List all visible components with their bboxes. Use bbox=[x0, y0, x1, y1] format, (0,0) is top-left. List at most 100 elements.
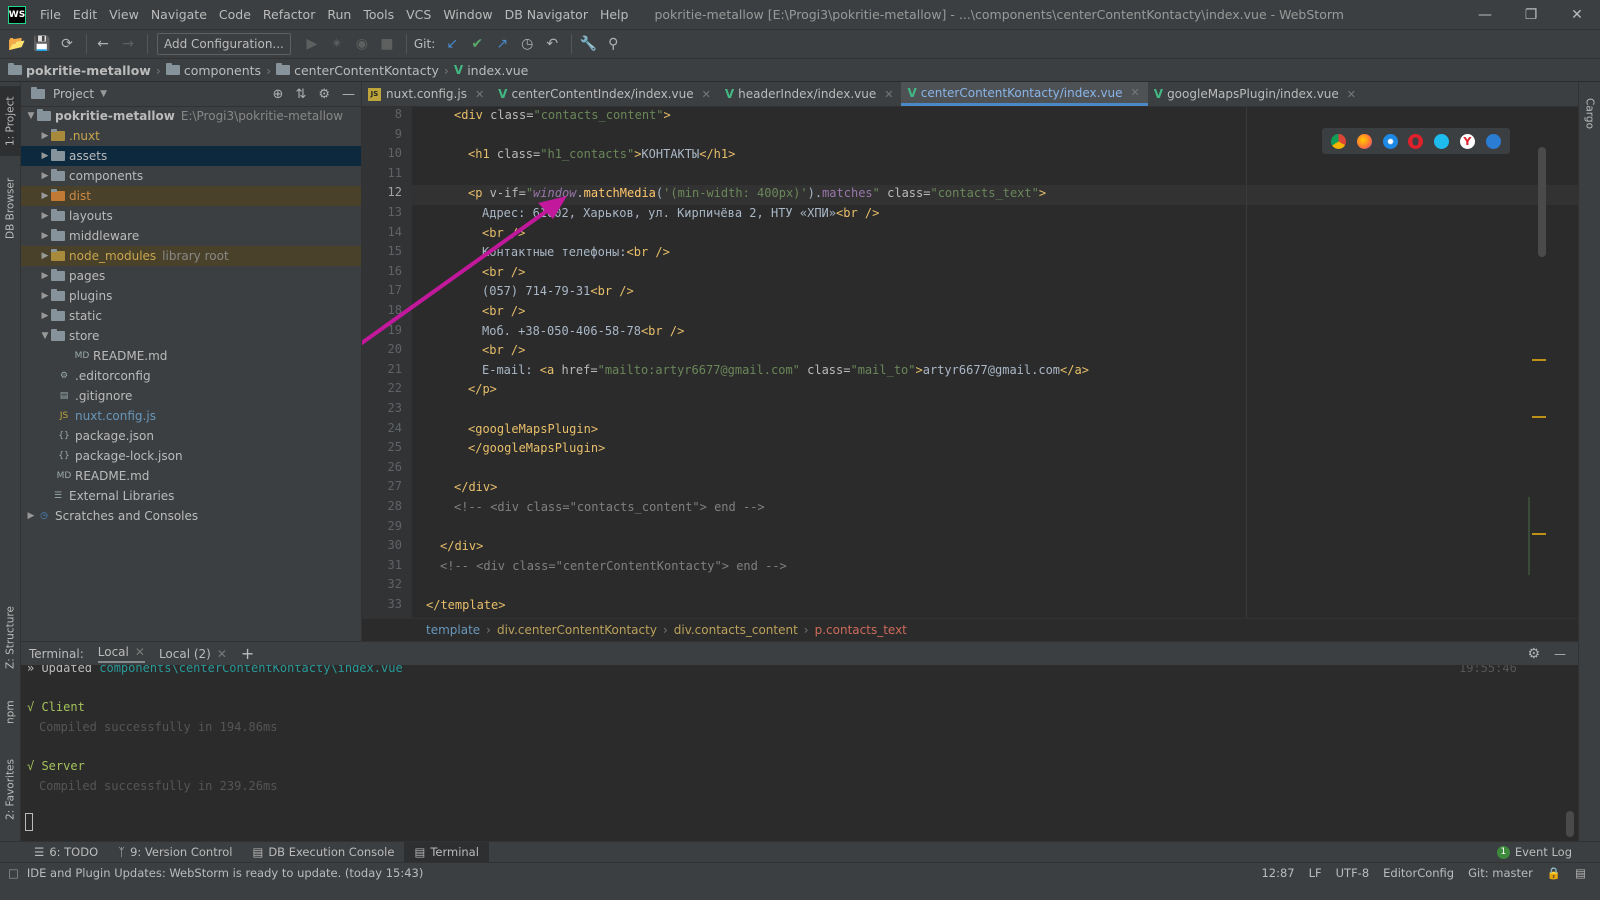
nav-crumb-project[interactable]: pokritie-metallow › bbox=[8, 63, 166, 78]
tree-item-editorconfig[interactable]: ⚙ .editorconfig bbox=[21, 366, 361, 386]
tree-item-components[interactable]: ▶ components bbox=[21, 166, 361, 186]
tree-item-store-readme[interactable]: MD README.md bbox=[21, 346, 361, 366]
db-execution-console-button[interactable]: ▤ DB Execution Console bbox=[242, 842, 404, 863]
opera-icon[interactable] bbox=[1408, 133, 1424, 149]
chevron-right-icon[interactable]: ▶ bbox=[39, 131, 51, 141]
tab-favorites[interactable]: 2: Favorites bbox=[0, 750, 21, 830]
status-toggle-icon[interactable]: □ bbox=[8, 866, 19, 880]
tree-item-assets[interactable]: ▶ assets bbox=[21, 146, 361, 166]
chevron-down-icon[interactable]: ▼ bbox=[39, 331, 51, 341]
status-message[interactable]: IDE and Plugin Updates: WebStorm is read… bbox=[27, 866, 424, 880]
tree-item-scratches[interactable]: ▶ ◷ Scratches and Consoles bbox=[21, 506, 361, 526]
menu-window[interactable]: Window bbox=[437, 0, 498, 29]
breadcrumb-template[interactable]: template bbox=[426, 623, 480, 637]
forward-icon[interactable]: → bbox=[117, 33, 139, 55]
tab-nuxt-config[interactable]: JS nuxt.config.js ✕ bbox=[362, 82, 492, 106]
back-icon[interactable]: ← bbox=[92, 33, 114, 55]
chevron-down-icon[interactable]: ▼ bbox=[25, 111, 37, 121]
chevron-right-icon[interactable]: ▶ bbox=[39, 151, 51, 161]
git-branch[interactable]: Git: master bbox=[1468, 866, 1533, 880]
chevron-right-icon[interactable]: ▶ bbox=[39, 291, 51, 301]
tree-item-middleware[interactable]: ▶ middleware bbox=[21, 226, 361, 246]
git-history-icon[interactable]: ◷ bbox=[516, 33, 538, 55]
nav-crumb-file[interactable]: Vindex.vue bbox=[454, 63, 528, 78]
hide-panel-icon[interactable]: — bbox=[342, 87, 355, 102]
caret-position[interactable]: 12:87 bbox=[1261, 866, 1294, 880]
tree-item-static[interactable]: ▶ static bbox=[21, 306, 361, 326]
close-tab-icon[interactable]: ✕ bbox=[217, 647, 227, 661]
stop-icon[interactable]: ■ bbox=[376, 33, 398, 55]
git-commit-icon[interactable]: ✔ bbox=[466, 33, 488, 55]
save-icon[interactable]: 💾 bbox=[31, 33, 53, 55]
menu-vcs[interactable]: VCS bbox=[400, 0, 437, 29]
project-view-selector[interactable]: Project bbox=[53, 87, 94, 101]
chevron-right-icon[interactable]: ▶ bbox=[39, 311, 51, 321]
menu-view[interactable]: View bbox=[103, 0, 145, 29]
tree-item-gitignore[interactable]: ▤ .gitignore bbox=[21, 386, 361, 406]
tab-structure[interactable]: Z: Structure bbox=[0, 598, 21, 678]
file-encoding[interactable]: UTF-8 bbox=[1336, 866, 1370, 880]
close-tab-icon[interactable]: ✕ bbox=[702, 88, 711, 101]
menu-help[interactable]: Help bbox=[594, 0, 635, 29]
tab-centercontentkontacty[interactable]: VcenterContentKontacty/index.vue ✕ bbox=[901, 82, 1148, 106]
menu-run[interactable]: Run bbox=[321, 0, 357, 29]
chevron-right-icon[interactable]: ▶ bbox=[39, 251, 51, 261]
tree-item-layouts[interactable]: ▶ layouts bbox=[21, 206, 361, 226]
tree-item-node-modules[interactable]: ▶ node_modules library root bbox=[21, 246, 361, 266]
nav-crumb-centercontentkontacty[interactable]: centerContentKontacty › bbox=[276, 63, 454, 78]
hide-panel-icon[interactable]: — bbox=[1554, 647, 1566, 661]
breadcrumb-div-center[interactable]: div.centerContentKontacty bbox=[497, 623, 657, 637]
locate-icon[interactable]: ⊕ bbox=[273, 87, 284, 102]
debug-icon[interactable]: ✴ bbox=[326, 33, 348, 55]
git-update-icon[interactable]: ↙ bbox=[441, 33, 463, 55]
menu-tools[interactable]: Tools bbox=[357, 0, 400, 29]
gear-icon[interactable]: ⚙ bbox=[318, 87, 330, 102]
coverage-icon[interactable]: ◉ bbox=[351, 33, 373, 55]
git-push-icon[interactable]: ↗ bbox=[491, 33, 513, 55]
tab-db-browser[interactable]: DB Browser bbox=[0, 168, 21, 248]
nav-crumb-components[interactable]: components › bbox=[165, 63, 276, 78]
terminal-output[interactable]: » Updated components\centerContentKontac… bbox=[21, 665, 1578, 841]
event-log-button[interactable]: 1 Event Log bbox=[1487, 842, 1582, 863]
close-tab-icon[interactable]: ✕ bbox=[475, 88, 484, 101]
menu-db-navigator[interactable]: DB Navigator bbox=[499, 0, 594, 29]
terminal-scrollbar[interactable] bbox=[1566, 811, 1574, 837]
settings-wrench-icon[interactable]: 🔧 bbox=[577, 33, 599, 55]
tab-project-tool[interactable]: 1: Project bbox=[0, 86, 21, 156]
yandex-icon[interactable]: Y bbox=[1459, 133, 1475, 149]
menu-refactor[interactable]: Refactor bbox=[257, 0, 321, 29]
restore-button[interactable]: ❐ bbox=[1508, 0, 1554, 29]
terminal-tab-local[interactable]: Local ✕ bbox=[97, 645, 145, 663]
chevron-right-icon[interactable]: ▶ bbox=[39, 211, 51, 221]
add-configuration-button[interactable]: Add Configuration... bbox=[157, 33, 291, 55]
gear-icon[interactable]: ⚙ bbox=[1527, 646, 1540, 662]
close-tab-icon[interactable]: ✕ bbox=[1131, 86, 1140, 99]
tab-headerindex[interactable]: VheaderIndex/index.vue ✕ bbox=[719, 82, 902, 106]
chevron-down-icon[interactable]: ▼ bbox=[100, 89, 107, 99]
editorconfig-indicator[interactable]: EditorConfig bbox=[1383, 866, 1454, 880]
tree-item-package-lock[interactable]: {} package-lock.json bbox=[21, 446, 361, 466]
tab-npm[interactable]: npm bbox=[0, 690, 21, 734]
search-icon[interactable]: ⚲ bbox=[602, 33, 624, 55]
menu-file[interactable]: File bbox=[34, 0, 67, 29]
todo-tool-button[interactable]: ☰ 6: TODO bbox=[24, 842, 108, 863]
breadcrumb-div-contacts[interactable]: div.contacts_content bbox=[674, 623, 798, 637]
close-tab-icon[interactable]: ✕ bbox=[884, 88, 893, 101]
tree-item-external-libraries[interactable]: ☰ External Libraries bbox=[21, 486, 361, 506]
tree-item-nuxt[interactable]: ▶ .nuxt bbox=[21, 126, 361, 146]
tree-item-readme[interactable]: MD README.md bbox=[21, 466, 361, 486]
minimize-button[interactable]: — bbox=[1462, 0, 1508, 29]
run-icon[interactable]: ▶ bbox=[301, 33, 323, 55]
chevron-right-icon[interactable]: ▶ bbox=[39, 191, 51, 201]
sync-icon[interactable]: ⟳ bbox=[56, 33, 78, 55]
chrome-icon[interactable] bbox=[1331, 133, 1347, 149]
close-tab-icon[interactable]: ✕ bbox=[135, 645, 145, 659]
close-button[interactable]: ✕ bbox=[1554, 0, 1600, 29]
menu-edit[interactable]: Edit bbox=[67, 0, 103, 29]
notifications-icon[interactable]: ▤ bbox=[1575, 866, 1586, 880]
internet-explorer-icon[interactable] bbox=[1434, 133, 1450, 149]
tab-googlemapsplugin[interactable]: VgoogleMapsPlugin/index.vue ✕ bbox=[1148, 82, 1364, 106]
tree-item-pages[interactable]: ▶ pages bbox=[21, 266, 361, 286]
close-tab-icon[interactable]: ✕ bbox=[1347, 88, 1356, 101]
menu-navigate[interactable]: Navigate bbox=[145, 0, 213, 29]
